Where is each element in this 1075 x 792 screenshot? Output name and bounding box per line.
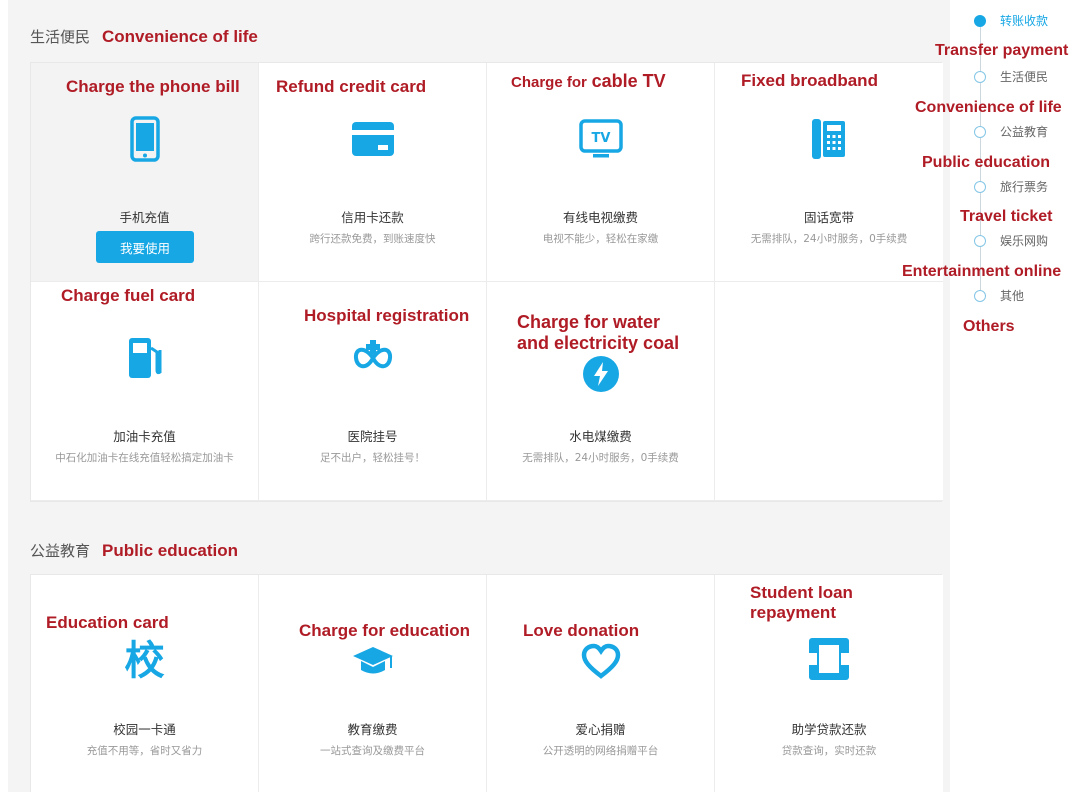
nav-annotation: Travel ticket — [960, 208, 1053, 225]
school-character-text: 校 — [124, 638, 165, 684]
tile-phone-recharge[interactable]: Charge the phone bill 手机充值 我要使用 — [31, 63, 259, 282]
nav-dot-icon — [974, 180, 986, 193]
tile-name: 有线电视缴费 — [562, 210, 638, 225]
landline-phone-icon — [807, 117, 851, 161]
nav-annotation: Others — [963, 318, 1015, 335]
mobile-phone-icon — [123, 116, 167, 162]
tile-description: 无需排队，24小时服务，0手续费 — [750, 233, 908, 245]
nav-item-convenience[interactable]: 生活便民 — [974, 68, 1048, 85]
nav-item-transfer[interactable]: 转账收款 — [974, 12, 1048, 29]
tile-annotation-line1: Charge for water — [517, 312, 661, 332]
tile-description: 公开透明的网络捐赠平台 — [542, 745, 659, 757]
tile-annotation-main: cable TV — [591, 71, 666, 91]
nav-dot-icon — [974, 125, 986, 138]
tile-love-donation[interactable]: Love donation 爱心捐赠 公开透明的网络捐赠平台 — [487, 575, 715, 792]
tile-annotation: Hospital registration — [304, 306, 470, 325]
tile-name: 校园一卡通 — [113, 722, 176, 737]
public-education-grid: Education card 校 校园一卡通 充值不用等，省时又省力 Charg… — [30, 574, 943, 792]
tile-annotation-line2: repayment — [750, 603, 836, 623]
side-navigation: 转账收款 Transfer payment 生活便民 Convenience o… — [902, 0, 1075, 340]
tile-name: 水电煤缴费 — [569, 429, 632, 444]
tile-description: 电视不能少，轻松在家缴 — [542, 233, 659, 245]
nav-annotation: Entertainment online — [902, 263, 1062, 280]
tile-utilities[interactable]: Charge for water and electricity coal 水电… — [487, 282, 715, 501]
section-title-convenience: 生活便民 Convenience of life — [30, 26, 258, 47]
tile-annotation: Refund credit card — [276, 77, 427, 96]
nav-label: 生活便民 — [1000, 70, 1049, 84]
tile-name: 信用卡还款 — [341, 210, 404, 225]
tile-fixed-broadband[interactable]: Fixed broadband 固话宽带 无需排队，24小时服务，0手续费 — [715, 63, 943, 282]
tv-icon-label: TV — [591, 131, 610, 146]
section-title-text: 公益教育 — [30, 542, 91, 560]
nav-dot-icon — [974, 14, 986, 27]
fuel-pump-icon — [123, 336, 167, 380]
tile-annotation: Charge for water and electricity coal — [517, 312, 679, 354]
tile-name: 加油卡充值 — [113, 429, 176, 444]
nav-dot-icon — [974, 289, 986, 302]
section-title-annotation: Convenience of life — [102, 27, 258, 46]
tile-description: 充值不用等，省时又省力 — [86, 745, 203, 757]
tile-annotation: Charge fuel card — [61, 286, 196, 305]
nav-dot-icon — [974, 234, 986, 247]
tile-name: 教育缴费 — [347, 722, 398, 737]
tv-icon: TV — [578, 117, 623, 161]
nav-label: 转账收款 — [1000, 14, 1049, 28]
medical-cross-icon — [351, 336, 395, 380]
tile-description: 贷款查询，实时还款 — [781, 745, 877, 757]
nav-label: 公益教育 — [1000, 125, 1049, 139]
tile-name: 爱心捐赠 — [575, 722, 626, 737]
tile-hospital-registration[interactable]: Hospital registration 医院挂号 足不出户，轻松挂号！ — [259, 282, 487, 501]
tile-annotation: Fixed broadband — [741, 71, 878, 90]
nav-item-entertainment[interactable]: 娱乐网购 — [974, 232, 1048, 249]
tile-fuel-card[interactable]: Charge fuel card 加油卡充值 中石化加油卡在线充值轻松搞定加油卡 — [31, 282, 259, 501]
nav-item-others[interactable]: 其他 — [974, 287, 1024, 304]
tile-annotation: Student loan repayment — [750, 583, 853, 623]
school-character-icon: 校 — [123, 635, 167, 684]
tile-name: 固话宽带 — [803, 210, 854, 225]
nav-annotation: Convenience of life — [915, 99, 1062, 116]
tile-name: 医院挂号 — [347, 429, 398, 444]
loan-card-icon — [807, 637, 851, 681]
nav-label: 娱乐网购 — [1000, 234, 1049, 248]
tile-empty — [715, 282, 943, 501]
tile-annotation-prefix: Charge for — [511, 74, 587, 91]
tile-education-payment[interactable]: Charge for education 教育缴费 一站式查询及缴费平台 — [259, 575, 487, 792]
tile-description: 足不出户，轻松挂号！ — [320, 452, 425, 464]
nav-item-travel[interactable]: 旅行票务 — [974, 178, 1048, 195]
nav-annotation: Transfer payment — [935, 42, 1069, 59]
graduation-cap-icon — [351, 639, 395, 683]
lightning-icon — [579, 352, 623, 396]
tile-student-loan[interactable]: Student loan repayment 助学贷款还款 贷款查询，实时还款 — [715, 575, 943, 792]
section-title-public-education: 公益教育 Public education — [30, 540, 238, 561]
tile-annotation: Charge for cable TV — [511, 71, 666, 92]
tile-description: 一站式查询及缴费平台 — [320, 745, 425, 757]
nav-item-public-education[interactable]: 公益教育 — [974, 123, 1048, 140]
nav-label: 旅行票务 — [1000, 180, 1049, 194]
use-now-button[interactable]: 我要使用 — [96, 231, 194, 263]
nav-annotation: Public education — [922, 154, 1051, 171]
section-title-annotation: Public education — [102, 541, 239, 560]
tile-annotation: Charge the phone bill — [66, 77, 240, 96]
tile-annotation-line1: Student loan — [750, 583, 853, 602]
heart-icon — [579, 639, 623, 683]
tile-name: 手机充值 — [119, 210, 170, 225]
tile-campus-card[interactable]: Education card 校 校园一卡通 充值不用等，省时又省力 — [31, 575, 259, 792]
tile-description: 无需排队，24小时服务，0手续费 — [522, 452, 679, 464]
section-title-text: 生活便民 — [30, 28, 91, 46]
nav-dot-icon — [974, 70, 986, 83]
nav-label: 其他 — [1000, 289, 1025, 303]
convenience-grid: Charge the phone bill 手机充值 我要使用 Refund c… — [30, 62, 943, 502]
tile-name: 助学贷款还款 — [791, 722, 867, 737]
tile-description: 中石化加油卡在线充值轻松搞定加油卡 — [55, 452, 234, 464]
tile-cable-tv[interactable]: Charge for cable TV TV 有线电视缴费 电视不能少，轻松在家… — [487, 63, 715, 282]
tile-description: 跨行还款免费，到账速度快 — [309, 233, 436, 245]
credit-card-icon — [351, 117, 395, 161]
tile-credit-card[interactable]: Refund credit card 信用卡还款 跨行还款免费，到账速度快 — [259, 63, 487, 282]
